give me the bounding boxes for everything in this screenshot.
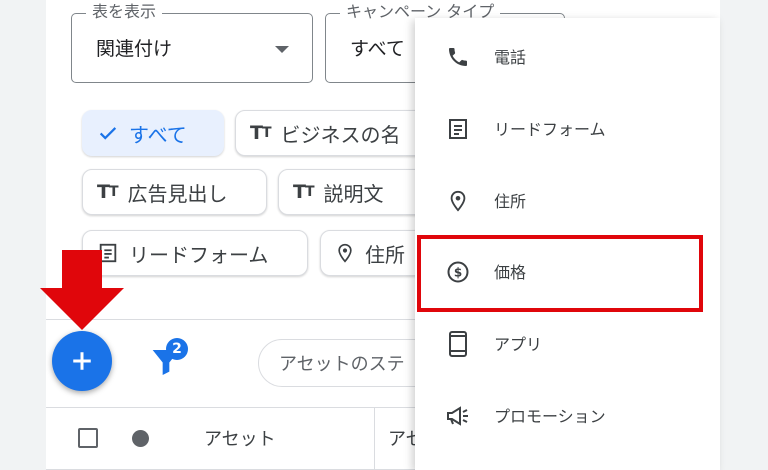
left-gutter <box>0 0 46 470</box>
status-dot-icon <box>132 430 149 447</box>
menu-item-address[interactable]: 住所 <box>415 176 720 224</box>
status-search-placeholder: アセットのステ <box>279 354 405 375</box>
chip-label: リードフォーム <box>129 242 269 267</box>
chip-label: ビジネスの名 <box>280 122 401 147</box>
check-icon <box>97 122 119 144</box>
view-select-label: 表を表示 <box>86 2 163 22</box>
add-asset-button[interactable] <box>52 331 112 391</box>
view-select-value: 関連付け <box>96 38 173 60</box>
plus-icon <box>73 352 91 370</box>
phone-icon <box>445 44 471 70</box>
menu-item-label: 電話 <box>494 48 527 67</box>
column-separator <box>374 408 375 470</box>
campaign-type-select-value: すべて <box>350 38 405 60</box>
location-icon <box>335 242 355 264</box>
dropdown-arrow-icon <box>275 46 289 53</box>
view-select[interactable]: 表を表示 関連付け <box>71 2 313 83</box>
chip-label: 広告見出し <box>127 181 228 206</box>
menu-item-label: リードフォーム <box>494 120 606 139</box>
menu-item-lead-form[interactable]: リードフォーム <box>415 104 720 152</box>
price-highlight-annotation <box>417 235 703 312</box>
menu-item-label: 住所 <box>494 192 527 211</box>
megaphone-icon <box>445 403 471 429</box>
red-arrow-annotation-icon <box>40 250 124 330</box>
text-icon: TT <box>97 181 118 203</box>
smartphone-icon <box>445 331 471 357</box>
right-gutter <box>720 0 768 470</box>
text-icon: TT <box>293 181 314 203</box>
filter-count-badge: 2 <box>166 338 188 360</box>
menu-item-promotion[interactable]: プロモーション <box>415 391 720 439</box>
chip-headline[interactable]: TT 広告見出し <box>82 169 267 215</box>
menu-item-label: アプリ <box>494 335 543 354</box>
text-icon: TT <box>250 122 271 144</box>
form-icon <box>445 116 471 142</box>
menu-item-app[interactable]: アプリ <box>415 319 720 367</box>
select-all-checkbox[interactable] <box>78 428 98 448</box>
menu-item-label: プロモーション <box>494 407 606 426</box>
column-header-asset[interactable]: アセット <box>204 425 276 451</box>
chip-label: 説明文 <box>323 181 384 206</box>
chip-label: すべて <box>129 122 187 147</box>
menu-item-phone[interactable]: 電話 <box>415 32 720 80</box>
chip-all[interactable]: すべて <box>82 110 224 156</box>
location-icon <box>445 188 471 214</box>
chip-label: 住所 <box>365 242 405 267</box>
